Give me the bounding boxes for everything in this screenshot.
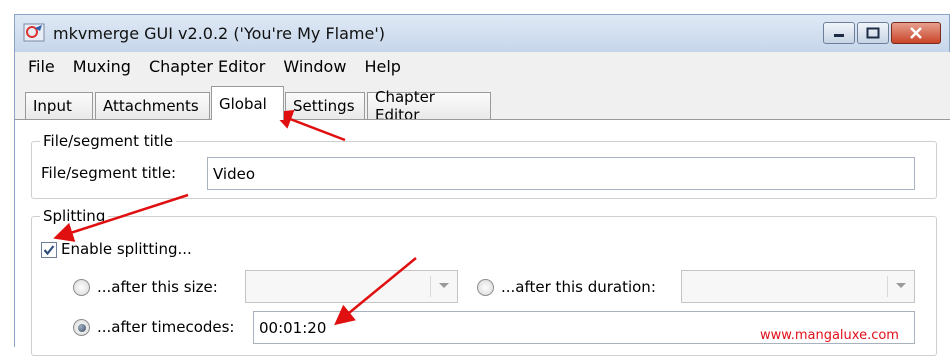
chevron-down-icon [896,283,906,288]
menu-help[interactable]: Help [355,57,409,76]
after-timecodes-label: ...after timecodes: [97,318,235,336]
after-size-combo[interactable] [245,270,458,303]
file-segment-title-label: File/segment title: [41,164,177,182]
after-size-label: ...after this size: [97,278,218,296]
menu-window[interactable]: Window [274,57,355,76]
tab-settings[interactable]: Settings [285,92,365,119]
enable-splitting-label: Enable splitting... [61,240,192,258]
tab-chapter-editor[interactable]: Chapter Editor [367,88,491,124]
after-size-radio[interactable] [73,279,90,296]
file-segment-group-title: File/segment title [40,132,177,150]
maximize-icon [866,27,880,39]
after-duration-label: ...after this duration: [501,278,656,296]
menu-file[interactable]: File [19,57,64,76]
file-segment-title-input[interactable]: Video [207,157,915,190]
tab-global[interactable]: Global [211,86,284,120]
global-tab-panel: File/segment title File/segment title: V… [14,119,950,356]
minimize-button[interactable] [823,22,855,44]
minimize-icon [834,34,844,37]
tab-strip: Input Attachments Global Settings Chapte… [14,80,950,124]
menu-bar: File Muxing Chapter Editor Window Help [14,52,950,80]
splitting-group-title: Splitting [40,207,109,225]
enable-splitting-checkbox[interactable] [41,242,57,258]
after-timecodes-radio[interactable] [73,319,90,336]
after-duration-combo[interactable] [681,270,915,303]
tab-attachments[interactable]: Attachments [95,92,210,119]
window-title: mkvmerge GUI v2.0.2 ('You're My Flame') [53,24,385,43]
chevron-down-icon [439,283,449,288]
menu-chapter-editor[interactable]: Chapter Editor [140,57,274,76]
watermark-text: www.mangaluxe.com [760,328,899,343]
after-duration-radio[interactable] [477,279,494,296]
title-bar: mkvmerge GUI v2.0.2 ('You're My Flame') [14,14,950,52]
menu-muxing[interactable]: Muxing [64,57,140,76]
mkvmerge-app-icon [23,23,45,42]
close-button[interactable] [891,22,941,44]
close-icon [910,27,922,39]
maximize-button[interactable] [857,22,889,44]
checkmark-icon [43,245,55,256]
tab-input[interactable]: Input [25,92,93,119]
